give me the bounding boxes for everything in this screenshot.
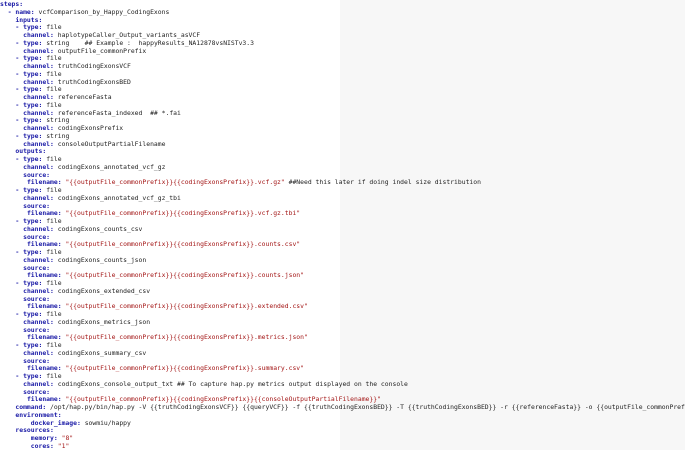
yaml-string-value: "{{outputFile_commonPrefix}}{{codingExon… [65, 271, 304, 280]
list-dash: - [15, 186, 24, 194]
list-dash: - [15, 38, 24, 47]
yaml-value: codingExons_summary_csv [57, 348, 147, 357]
code-line: filename: "{{outputFile_commonPrefix}}{{… [0, 178, 685, 187]
code-line: filename: "{{outputFile_commonPrefix}}{{… [0, 240, 685, 249]
yaml-value: /opt/hap.py/bin/hap.py -V {{truthCodingE… [50, 403, 685, 411]
code-line: command: /opt/hap.py/bin/hap.py -V {{tru… [0, 403, 685, 412]
yaml-string-value: "{{outputFile_commonPrefix}}{{codingExon… [65, 364, 304, 373]
yaml-value: truthCodingExonsVCF [57, 62, 131, 70]
code-line: docker_image: sowmiu/happy [0, 418, 685, 428]
yaml-value: codingExons_extended_csv [57, 286, 151, 295]
code-line: filename: "{{outputFile_commonPrefix}}{{… [0, 364, 685, 373]
yaml-value: codingExons_annotated_vcf_gz [57, 162, 166, 171]
yaml-value: outputFile_commonPrefix [57, 46, 147, 55]
list-dash: - [15, 131, 24, 140]
code-line: channel: codingExons_annotated_vcf_gz_tb… [0, 193, 685, 203]
yaml-value: truthCodingExonsBED [57, 77, 131, 86]
code-line: outputs: [0, 147, 685, 156]
code-line: channel: consoleOutputPartialFilename [0, 139, 685, 149]
code-line: channel: outputFile_commonPrefix [0, 46, 685, 56]
yaml-value: vcfComparison_by_Happy_CodingExons [38, 7, 170, 16]
yaml-string-value: "1" [57, 441, 70, 450]
list-dash: - [15, 69, 24, 78]
yaml-value: codingExons_metrics_json [57, 317, 151, 326]
yaml-string-value: "{{outputFile_commonPrefix}}{{codingExon… [65, 240, 301, 249]
yaml-comment: ## To capture hap.py metrics output disp… [173, 379, 408, 388]
code-line: channel: referenceFasta_indexed ## *.fai [0, 108, 685, 118]
code-line: channel: codingExons_counts_csv [0, 224, 685, 234]
yaml-comment: ## *.fai [142, 108, 181, 117]
code-line: cores: "1" [0, 441, 685, 451]
code-line: channel: truthCodingExonsBED [0, 77, 685, 87]
yaml-string-value: "{{outputFile_commonPrefix}}{{codingExon… [65, 302, 308, 311]
code-line: resources: [0, 426, 685, 435]
code-line: filename: "{{outputFile_commonPrefix}}{{… [0, 333, 685, 342]
code-line: filename: "{{outputFile_commonPrefix}}{{… [0, 302, 685, 311]
code-line: inputs: [0, 16, 685, 25]
list-dash: - [15, 372, 24, 380]
list-dash: - [15, 85, 24, 94]
yaml-string-value: "{{outputFile_commonPrefix}}{{codingExon… [65, 333, 308, 342]
yaml-comment: ##Need this later if doing indel size di… [284, 178, 481, 187]
code-line: channel: codingExonsPrefix [0, 124, 685, 133]
yaml-value: codingExons_counts_json [57, 255, 147, 264]
code-line: channel: truthCodingExonsVCF [0, 62, 685, 71]
code-line: channel: codingExons_annotated_vcf_gz [0, 162, 685, 172]
yaml-value: codingExons_annotated_vcf_gz_tbi [57, 193, 181, 202]
list-dash: - [15, 217, 24, 225]
code-line: channel: codingExons_console_output_txt … [0, 379, 685, 389]
yaml-value: referenceFasta_indexed [57, 108, 143, 117]
yaml-string-value: "{{outputFile_commonPrefix}}{{codingExon… [65, 178, 285, 187]
yaml-string-value: "{{outputFile_commonPrefix}}{{codingExon… [65, 209, 301, 218]
code-line: - name: vcfComparison_by_Happy_CodingExo… [0, 7, 685, 17]
list-dash: - [15, 310, 24, 318]
code-line: memory: "8" [0, 434, 685, 443]
yaml-value: codingExons_counts_csv [57, 224, 143, 233]
yaml-value: codingExons_console_output_txt [57, 379, 174, 388]
list-dash: - [15, 155, 24, 163]
list-dash: - [15, 54, 24, 63]
yaml-value: consoleOutputPartialFilename [57, 139, 166, 148]
code-line: channel: codingExons_metrics_json [0, 317, 685, 327]
yaml-value: referenceFasta [57, 93, 112, 101]
yaml-value: sowmiu/happy [84, 418, 131, 427]
code-line: filename: "{{outputFile_commonPrefix}}{{… [0, 209, 685, 218]
code-line: channel: referenceFasta [0, 93, 685, 102]
code-line: filename: "{{outputFile_commonPrefix}}{{… [0, 271, 685, 280]
code-line: channel: codingExons_summary_csv [0, 348, 685, 358]
list-dash: - [15, 23, 24, 32]
list-dash: - [15, 248, 24, 256]
code-editor[interactable]: steps: - name: vcfComparison_by_Happy_Cod… [0, 0, 685, 451]
list-dash: - [15, 279, 24, 287]
yaml-key: cores: [30, 441, 54, 450]
code-line: channel: codingExons_counts_json [0, 255, 685, 265]
code-line: channel: codingExons_extended_csv [0, 286, 685, 296]
list-dash: - [15, 341, 24, 349]
list-dash: - [15, 116, 24, 125]
list-dash: - [15, 100, 24, 109]
